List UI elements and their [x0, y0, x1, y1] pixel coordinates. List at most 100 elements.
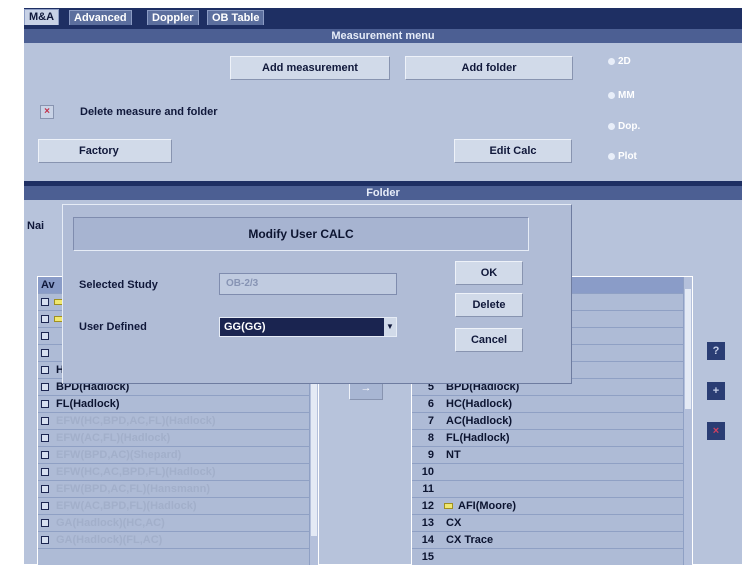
checkbox-icon[interactable]: [41, 315, 49, 323]
selected-study-field: OB-2/3: [219, 273, 397, 295]
radio-dot-icon: [608, 122, 615, 130]
available-list-item[interactable]: EFW(HC,BPD,AC,FL)(Hadlock): [38, 413, 318, 430]
user-defined-label: User Defined: [79, 321, 147, 333]
radio-dot-icon: [608, 152, 615, 160]
study-item-label: NT: [446, 449, 461, 461]
available-item-label: FL(Hadlock): [56, 398, 120, 410]
available-list-item[interactable]: GA(Hadlock)(FL,AC): [38, 532, 318, 549]
checkbox-icon[interactable]: [41, 298, 49, 306]
add-measurement-button[interactable]: Add measurement: [230, 56, 390, 80]
measurement-menu-title: Measurement menu: [24, 29, 742, 43]
study-list-item[interactable]: 7 AC(Hadlock): [412, 413, 692, 430]
factory-button[interactable]: Factory: [38, 139, 172, 163]
checkbox-icon[interactable]: [41, 349, 49, 357]
available-item-label: EFW(BPD,AC,FL)(Hansmann): [56, 483, 210, 495]
checkbox-icon[interactable]: [41, 400, 49, 408]
delete-button[interactable]: Delete: [455, 293, 523, 317]
study-list-item[interactable]: 15: [412, 549, 692, 565]
measurement-menu-panel: Add measurement Add folder × Delete meas…: [24, 43, 742, 181]
available-list-item[interactable]: GA(Hadlock)(HC,AC): [38, 515, 318, 532]
checkbox-icon[interactable]: [41, 451, 49, 459]
study-item-number: 12: [421, 500, 434, 512]
study-list-item[interactable]: 8 FL(Hadlock): [412, 430, 692, 447]
add-folder-button[interactable]: Add folder: [405, 56, 573, 80]
mode-label-dop: Dop.: [618, 121, 641, 132]
available-item-label: EFW(AC,FL)(Hadlock): [56, 432, 171, 444]
add-icon[interactable]: +: [707, 382, 725, 400]
mode-label-mm: MM: [618, 90, 635, 101]
mode-radio-2d[interactable]: 2D: [608, 56, 631, 67]
modify-user-calc-dialog: Modify User CALC Selected Study OB-2/3 U…: [62, 204, 572, 384]
study-list-item[interactable]: 6 HC(Hadlock): [412, 396, 692, 413]
tab-ob-table[interactable]: OB Table: [207, 10, 265, 25]
cancel-button[interactable]: Cancel: [455, 328, 523, 352]
study-item-label: CX Trace: [446, 534, 494, 546]
available-item-label: GA(Hadlock)(FL,AC): [56, 534, 163, 546]
folder-title: Folder: [24, 186, 742, 200]
available-item-label: GA(Hadlock)(HC,AC): [56, 517, 165, 529]
study-item-number: 15: [421, 551, 434, 563]
study-item-label: AFI(Moore): [458, 500, 517, 512]
mode-radio-mm[interactable]: MM: [608, 90, 635, 101]
study-item-label: AC(Hadlock): [446, 415, 513, 427]
checkbox-icon[interactable]: [41, 502, 49, 510]
checkbox-icon[interactable]: [41, 332, 49, 340]
available-list-item[interactable]: FL(Hadlock): [38, 396, 318, 413]
study-scroll-thumb[interactable]: [685, 289, 691, 409]
checkbox-icon[interactable]: [41, 434, 49, 442]
checkbox-icon[interactable]: [41, 417, 49, 425]
checkbox-icon[interactable]: [41, 383, 49, 391]
study-list-item[interactable]: 9 NT: [412, 447, 692, 464]
study-list-item[interactable]: 14 CX Trace: [412, 532, 692, 549]
mode-radio-plot[interactable]: Plot: [608, 151, 637, 162]
tab-m-and-a[interactable]: M&A: [24, 9, 60, 25]
checkbox-icon[interactable]: [41, 536, 49, 544]
tab-advanced[interactable]: Advanced: [69, 10, 132, 25]
ok-button[interactable]: OK: [455, 261, 523, 285]
study-list-item[interactable]: 13 CX: [412, 515, 692, 532]
available-item-label: EFW(AC,BPD,FL)(Hadlock): [56, 500, 197, 512]
available-list-item[interactable]: EFW(BPD,AC)(Shepard): [38, 447, 318, 464]
study-list-item[interactable]: 10: [412, 464, 692, 481]
mode-label-2d: 2D: [618, 56, 631, 67]
study-list-item[interactable]: 11: [412, 481, 692, 498]
study-item-number: 13: [421, 517, 434, 529]
chevron-down-icon[interactable]: ▼: [384, 318, 396, 336]
help-icon[interactable]: ?: [707, 342, 725, 360]
available-list-item[interactable]: EFW(HC,AC,BPD,FL)(Hadlock): [38, 464, 318, 481]
checkbox-icon[interactable]: [41, 468, 49, 476]
delete-measure-label: Delete measure and folder: [80, 106, 218, 118]
tab-doppler[interactable]: Doppler: [147, 10, 199, 25]
checkbox-icon[interactable]: [41, 519, 49, 527]
mode-label-plot: Plot: [618, 151, 637, 162]
available-header-label: Av: [41, 279, 55, 291]
edit-calc-button[interactable]: Edit Calc: [454, 139, 572, 163]
available-list-item[interactable]: EFW(AC,FL)(Hadlock): [38, 430, 318, 447]
folder-name-label: Nai: [27, 220, 45, 232]
ultrasound-config-screen: M&A Advanced Doppler OB Table Measuremen…: [24, 8, 742, 566]
available-item-label: EFW(BPD,AC)(Shepard): [56, 449, 182, 461]
checkbox-icon[interactable]: [41, 366, 49, 374]
study-item-label: FL(Hadlock): [446, 432, 510, 444]
mode-radio-dop[interactable]: Dop.: [608, 121, 640, 132]
available-list-item[interactable]: EFW(AC,BPD,FL)(Hadlock): [38, 498, 318, 515]
study-item-number: 11: [422, 483, 434, 495]
study-scrollbar[interactable]: [683, 277, 692, 565]
user-defined-value: GG(GG): [224, 321, 266, 333]
delete-checkbox-icon[interactable]: ×: [40, 105, 54, 119]
radio-dot-icon: [608, 57, 615, 65]
study-item-number: 6: [427, 398, 434, 410]
available-list-item[interactable]: EFW(BPD,AC,FL)(Hansmann): [38, 481, 318, 498]
checkbox-icon[interactable]: [41, 485, 49, 493]
remove-icon[interactable]: ×: [707, 422, 725, 440]
study-item-number: 8: [427, 432, 434, 444]
tab-bar: M&A Advanced Doppler OB Table: [24, 8, 742, 25]
user-defined-select[interactable]: GG(GG) ▼: [219, 317, 397, 337]
radio-dot-icon: [608, 91, 615, 99]
study-item-number: 7: [427, 415, 434, 427]
study-list-item[interactable]: 12 AFI(Moore): [412, 498, 692, 515]
study-item-number: 10: [421, 466, 434, 478]
study-item-label: HC(Hadlock): [446, 398, 513, 410]
folder-icon: [444, 503, 453, 509]
study-item-number: 14: [421, 534, 434, 546]
